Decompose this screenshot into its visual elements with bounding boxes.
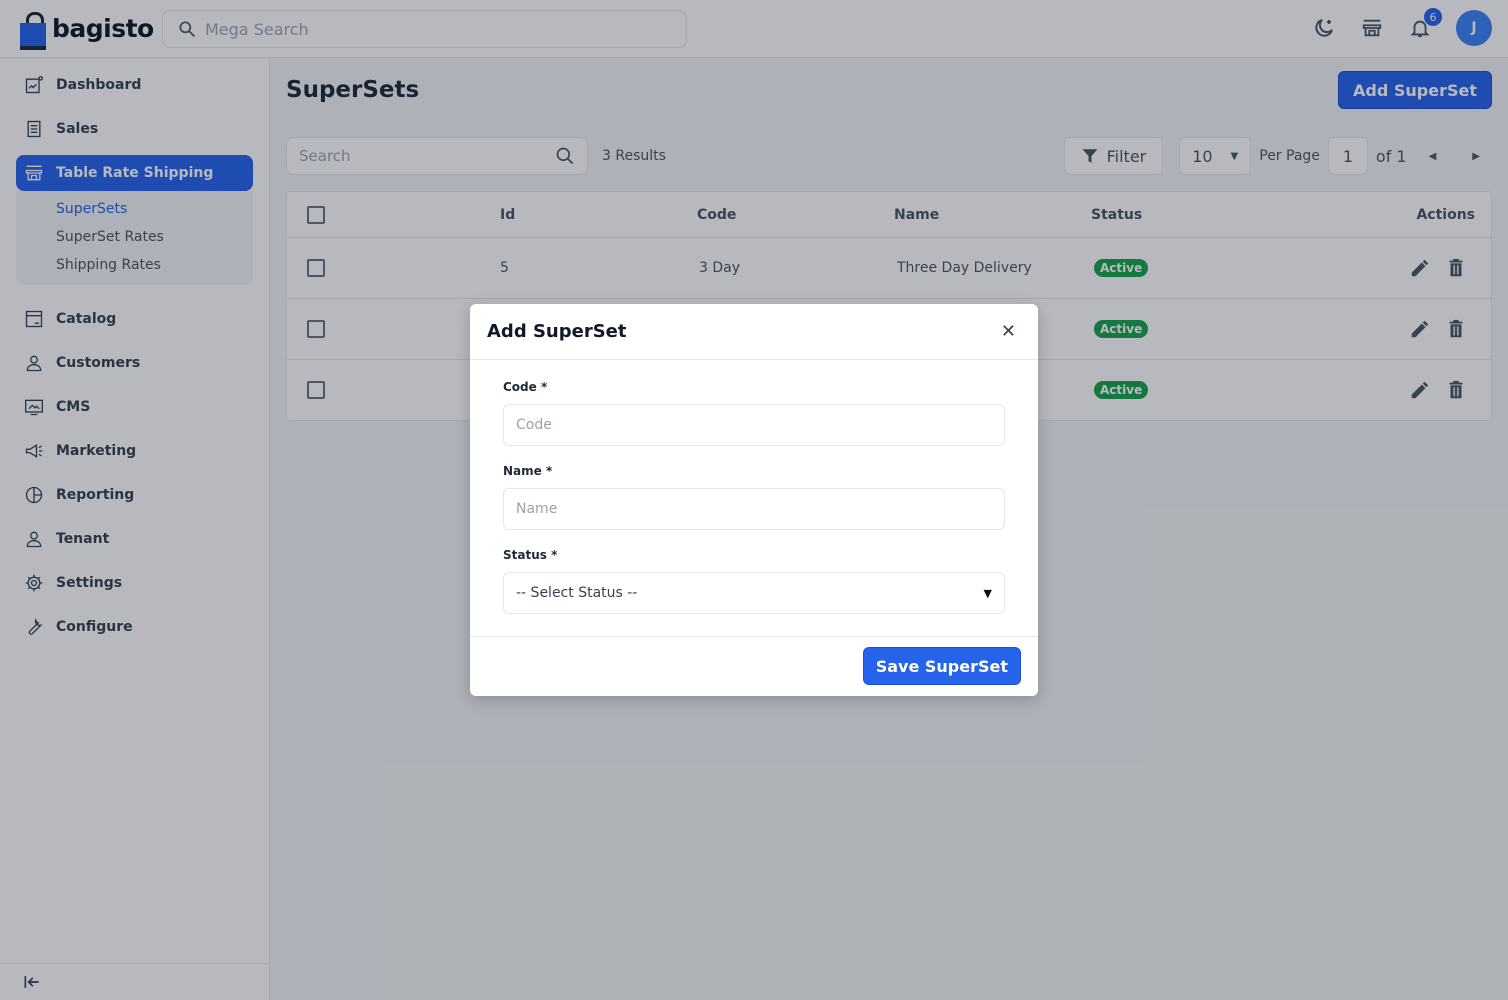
code-field[interactable]: Code — [503, 404, 1005, 446]
status-select[interactable]: -- Select Status -- ▼ — [503, 572, 1005, 614]
close-icon[interactable]: ✕ — [1001, 321, 1016, 342]
save-superset-button[interactable]: Save SuperSet — [862, 647, 1021, 685]
code-label: Code * — [503, 380, 548, 394]
add-superset-modal: Add SuperSet ✕ Code * Code Name * Name St… — [470, 304, 1038, 696]
caret-down-icon: ▼ — [983, 586, 992, 600]
name-field[interactable]: Name — [503, 488, 1005, 530]
name-label: Name * — [503, 464, 553, 478]
status-label: Status * — [503, 548, 558, 562]
modal-title: Add SuperSet — [487, 321, 627, 342]
